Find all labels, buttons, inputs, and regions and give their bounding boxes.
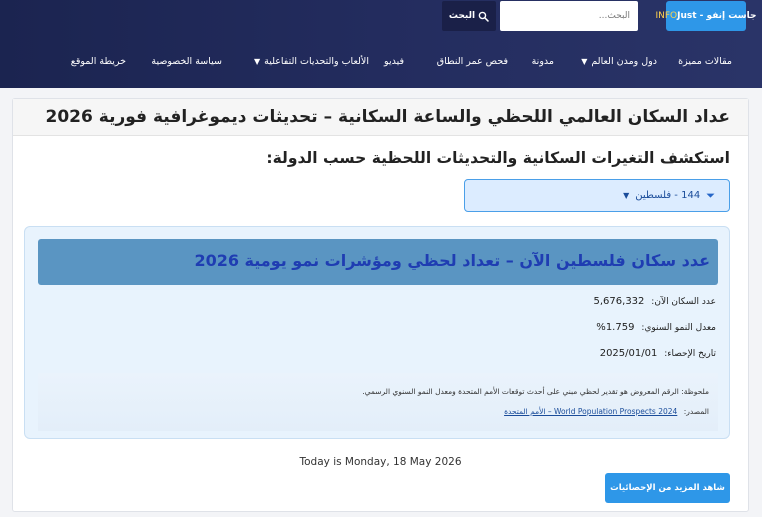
nav-item-label: فيديو — [384, 55, 404, 67]
main-nav: مقالات مميزة دول ومدن العالم ▼ مدونة فحص… — [0, 48, 762, 74]
stat-value: 1.759% — [596, 322, 635, 333]
nav-item-label: مدونة — [531, 55, 554, 67]
nav-item-countries-cities[interactable]: دول ومدن العالم ▼ — [581, 48, 657, 74]
chevron-down-icon: ▼ — [581, 56, 588, 66]
search-button-label: البحث — [448, 11, 476, 21]
chevron-down-icon: ▼ — [623, 191, 630, 200]
card-title-bar: عدد سكان فلسطين الآن – تعداد لحظي ومؤشرا… — [38, 239, 718, 285]
country-select[interactable]: ⏷ 144 - فلسطين ▼ — [464, 179, 730, 212]
nav-item-label: دول ومدن العالم — [591, 55, 657, 67]
nav-item-label: الألعاب والتحديات التفاعلية — [264, 55, 369, 67]
search-input[interactable] — [500, 1, 638, 31]
stat-annual-growth: معدل النمو السنوي: 1.759% — [596, 322, 716, 333]
nav-item-label: فحص عمر النطاق — [436, 55, 508, 67]
nav-item-domain-age-check[interactable]: فحص عمر النطاق — [437, 48, 508, 74]
stat-label: عدد السكان الآن: — [651, 297, 716, 307]
card-title: عدد سكان فلسطين الآن – تعداد لحظي ومؤشرا… — [194, 251, 710, 270]
search-icon — [478, 11, 489, 22]
stat-census-date: تاريخ الإحصاء: 2025/01/01 — [600, 348, 716, 359]
page-title-bar: عداد السكان العالمي اللحظي والساعة السكا… — [13, 99, 748, 136]
nav-item-sitemap[interactable]: خريطة الموقع — [71, 48, 126, 74]
country-select-value: 144 - فلسطين — [635, 190, 701, 201]
source-link[interactable]: World Population Prospects 2024 – الأمم … — [504, 407, 677, 416]
stat-population-now: عدد السكان الآن: 5,676,332 — [594, 296, 716, 307]
site-header: جاست إنفو - Just INFO البحث مقالات مميزة… — [0, 0, 762, 88]
main-content: عداد السكان العالمي اللحظي والساعة السكا… — [12, 98, 749, 512]
nav-item-label: مقالات مميزة — [678, 55, 732, 67]
population-card: عدد سكان فلسطين الآن – تعداد لحظي ومؤشرا… — [24, 226, 730, 439]
note-area — [38, 373, 718, 431]
stat-value: 5,676,332 — [593, 296, 645, 307]
section-subheading: استكشف التغيرات السكانية والتحديثات اللح… — [266, 149, 730, 167]
search-button[interactable]: البحث — [442, 1, 496, 31]
nav-item-featured-articles[interactable]: مقالات مميزة — [678, 48, 732, 74]
page-title: عداد السكان العالمي اللحظي والساعة السكا… — [45, 107, 730, 127]
nav-item-video[interactable]: فيديو — [384, 48, 404, 74]
filter-icon: ⏷ — [706, 188, 715, 202]
today-date: Today is Monday, 18 May 2026 — [299, 456, 462, 468]
nav-item-games-challenges[interactable]: الألعاب والتحديات التفاعلية ▼ — [254, 48, 369, 74]
stat-label: معدل النمو السنوي: — [641, 323, 716, 333]
logo-accent: INFO — [655, 11, 678, 21]
nav-item-label: سياسة الخصوصية — [151, 55, 222, 67]
chevron-down-icon: ▼ — [253, 56, 261, 66]
nav-item-privacy-policy[interactable]: سياسة الخصوصية — [151, 48, 222, 74]
site-logo[interactable]: جاست إنفو - Just INFO — [655, 1, 757, 31]
card-source: المصدر: World Population Prospects 2024 … — [504, 407, 709, 416]
stat-value: 2025/01/01 — [599, 348, 658, 359]
source-label: المصدر: — [683, 407, 709, 416]
card-note: ملحوظة: الرقم المعروض هو تقدير لحظي مبني… — [362, 387, 709, 396]
stat-label: تاريخ الإحصاء: — [664, 349, 716, 359]
nav-item-blog[interactable]: مدونة — [532, 48, 554, 74]
nav-item-label: خريطة الموقع — [70, 55, 126, 67]
more-statistics-button[interactable]: شاهد المزيد من الإحصائيات — [605, 473, 730, 503]
logo-text: جاست إنفو - Just — [677, 11, 757, 21]
